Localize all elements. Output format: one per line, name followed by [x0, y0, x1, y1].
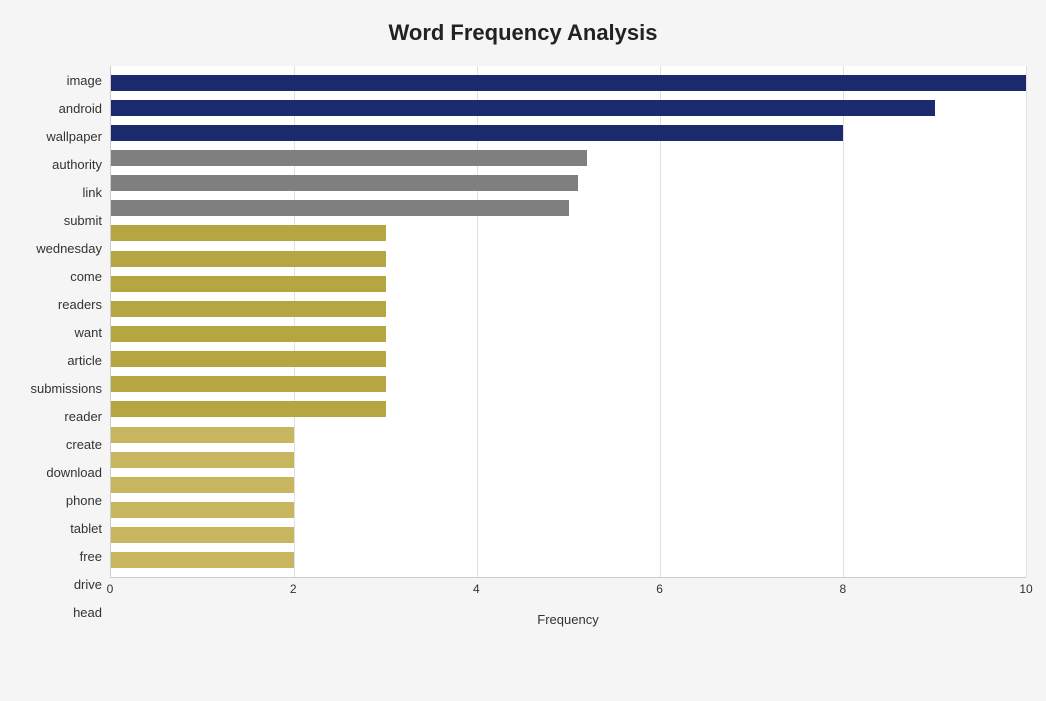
y-label: tablet — [70, 518, 102, 540]
bar-row — [111, 500, 1026, 520]
chart-container: Word Frequency Analysis image android wall… — [0, 0, 1046, 701]
bars-and-xaxis: 0246810 Frequency — [110, 66, 1026, 627]
chart-title: Word Frequency Analysis — [20, 20, 1026, 46]
bar-row — [111, 550, 1026, 570]
bar — [111, 175, 578, 191]
y-label: authority — [52, 153, 102, 175]
grid-line — [1026, 66, 1027, 577]
bar — [111, 376, 386, 392]
bar — [111, 452, 294, 468]
bar — [111, 75, 1026, 91]
bar-row — [111, 73, 1026, 93]
y-label: download — [46, 462, 102, 484]
y-axis: image android wallpaper authority link submit… — [20, 66, 110, 627]
bar — [111, 351, 386, 367]
x-tick-label: 2 — [290, 582, 297, 596]
y-label: image — [67, 69, 102, 91]
bar — [111, 225, 386, 241]
y-label: drive — [74, 574, 102, 596]
x-tick-label: 4 — [473, 582, 480, 596]
bars-wrapper — [111, 66, 1026, 577]
bar — [111, 527, 294, 543]
bar — [111, 200, 569, 216]
bar — [111, 100, 935, 116]
bar-row — [111, 98, 1026, 118]
bar-row — [111, 198, 1026, 218]
x-tick-label: 10 — [1019, 582, 1032, 596]
y-label: reader — [64, 406, 102, 428]
bar-row — [111, 425, 1026, 445]
x-axis: 0246810 — [110, 578, 1026, 608]
bar — [111, 552, 294, 568]
bar-row — [111, 249, 1026, 269]
bar — [111, 150, 587, 166]
bar — [111, 276, 386, 292]
bar — [111, 477, 294, 493]
y-label: readers — [58, 293, 102, 315]
bar-row — [111, 299, 1026, 319]
y-label: phone — [66, 490, 102, 512]
y-label: create — [66, 434, 102, 456]
bar-row — [111, 324, 1026, 344]
y-label: wednesday — [36, 237, 102, 259]
bar — [111, 251, 386, 267]
bar — [111, 427, 294, 443]
bar-row — [111, 349, 1026, 369]
bar — [111, 301, 386, 317]
bar-row — [111, 374, 1026, 394]
y-label: head — [73, 602, 102, 624]
chart-area: image android wallpaper authority link submit… — [20, 66, 1026, 627]
y-label: link — [82, 181, 102, 203]
bars-area — [110, 66, 1026, 578]
y-label: android — [59, 97, 102, 119]
bar-row — [111, 148, 1026, 168]
y-label: wallpaper — [46, 125, 102, 147]
bar-row — [111, 123, 1026, 143]
y-label: want — [75, 321, 102, 343]
y-label: submissions — [30, 378, 102, 400]
x-tick-label: 0 — [107, 582, 114, 596]
x-tick-label: 6 — [656, 582, 663, 596]
bar — [111, 326, 386, 342]
bar-row — [111, 399, 1026, 419]
y-label: article — [67, 349, 102, 371]
bar — [111, 125, 843, 141]
bar-row — [111, 525, 1026, 545]
y-label: free — [80, 546, 102, 568]
bar-row — [111, 173, 1026, 193]
bar — [111, 401, 386, 417]
x-tick-label: 8 — [839, 582, 846, 596]
bar-row — [111, 475, 1026, 495]
x-axis-label: Frequency — [110, 612, 1026, 627]
bar-row — [111, 450, 1026, 470]
bar-row — [111, 274, 1026, 294]
y-label: submit — [64, 209, 102, 231]
bar — [111, 502, 294, 518]
bar-row — [111, 223, 1026, 243]
y-label: come — [70, 265, 102, 287]
